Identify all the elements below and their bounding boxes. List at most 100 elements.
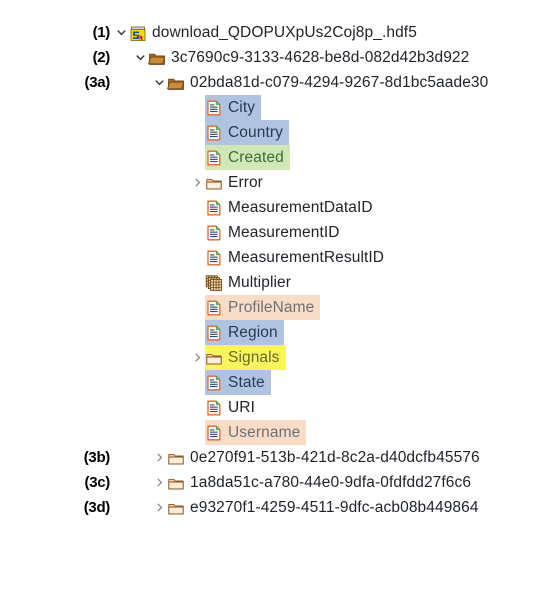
tree-row-city[interactable]: City: [0, 95, 556, 120]
tree-row-measurementid[interactable]: MeasurementID: [0, 220, 556, 245]
tree-item-label: State: [228, 373, 265, 391]
twisty-placeholder: [190, 420, 205, 445]
hdf5-file-icon: [129, 24, 147, 42]
twisty-placeholder: [190, 245, 205, 270]
twisty-placeholder: [190, 270, 205, 295]
tree-item-highlight: e93270f1-4259-4511-9dfc-acb08b449864: [167, 495, 485, 520]
chevron-right-icon[interactable]: [152, 445, 167, 470]
tree-row-3c7690c9-3133-4628-be8d-082d42b3d922[interactable]: (2) 3c7690c9-3133-4628-be8d-082d42b3d922: [0, 45, 556, 70]
tree-item-label: e93270f1-4259-4511-9dfc-acb08b449864: [190, 498, 479, 516]
twisty-placeholder: [190, 220, 205, 245]
tree-row-uri[interactable]: URI: [0, 395, 556, 420]
tree-item-highlight: Created: [205, 145, 290, 170]
tree-row-country[interactable]: Country: [0, 120, 556, 145]
folder-closed-light-icon: [167, 499, 185, 517]
chevron-down-icon[interactable]: [114, 20, 129, 45]
tree-row-state[interactable]: State: [0, 370, 556, 395]
tree-item-label: URI: [228, 398, 255, 416]
tree-item-label: MeasurementDataID: [228, 198, 373, 216]
tree-item-label: 02bda81d-c079-4294-9267-8d1bc5aade30: [190, 73, 489, 91]
tree-item-label: Created: [228, 148, 284, 166]
dataset-icon: [205, 249, 223, 267]
tree-row-1a8da51c-a780-44e0-9dfa-0fdfdd27f6c6[interactable]: (3c) 1a8da51c-a780-44e0-9dfa-0fdfdd27f6c6: [0, 470, 556, 495]
callout-3c: (3c): [84, 474, 111, 491]
tree-row-multiplier[interactable]: Multiplier: [0, 270, 556, 295]
tree-row-signals[interactable]: Signals: [0, 345, 556, 370]
tree-row-download-qdopuxpus2coj8p-hdf5[interactable]: (1) download_QDOPUXpUs2Coj8p_.hdf5: [0, 20, 556, 45]
dataset-icon: [205, 224, 223, 242]
tree-row-measurementdataid[interactable]: MeasurementDataID: [0, 195, 556, 220]
folder-closed-light-icon: [167, 449, 185, 467]
tree-row-error[interactable]: Error: [0, 170, 556, 195]
tree-item-highlight: URI: [205, 395, 261, 420]
callout-3b: (3b): [83, 449, 111, 466]
tree-item-label: City: [228, 98, 256, 116]
twisty-placeholder: [190, 395, 205, 420]
tree-item-label: 0e270f91-513b-421d-8c2a-d40dcfb45576: [190, 448, 480, 466]
tree-row-e93270f1-4259-4511-9dfc-acb08b449864[interactable]: (3d) e93270f1-4259-4511-9dfc-acb08b449864: [0, 495, 556, 520]
chevron-right-icon[interactable]: [190, 170, 205, 195]
tree-item-highlight: Region: [205, 320, 284, 345]
dataset-icon: [205, 199, 223, 217]
tree-item-label: Error: [228, 173, 263, 191]
dataset-icon: [205, 424, 223, 442]
tree-item-highlight: 02bda81d-c079-4294-9267-8d1bc5aade30: [167, 70, 494, 95]
folder-closed-light-icon: [205, 174, 223, 192]
tree-item-label: 3c7690c9-3133-4628-be8d-082d42b3d922: [171, 48, 470, 66]
tree-item-highlight: 3c7690c9-3133-4628-be8d-082d42b3d922: [148, 45, 475, 70]
tree-item-highlight: MeasurementID: [205, 220, 346, 245]
twisty-placeholder: [190, 195, 205, 220]
twisty-placeholder: [190, 145, 205, 170]
twisty-placeholder: [190, 320, 205, 345]
dataset-icon: [205, 374, 223, 392]
tree-row-profilename[interactable]: ProfileName: [0, 295, 556, 320]
tree-item-label: MeasurementID: [228, 223, 340, 241]
tree-item-label: Signals: [228, 348, 280, 366]
chevron-right-icon[interactable]: [190, 345, 205, 370]
folder-closed-light-icon: [167, 474, 185, 492]
tree-row-created[interactable]: Created: [0, 145, 556, 170]
twisty-placeholder: [190, 370, 205, 395]
chevron-right-icon[interactable]: [152, 495, 167, 520]
tree-item-highlight: ProfileName: [205, 295, 321, 320]
tree-item-highlight: City: [205, 95, 262, 120]
dataset-icon: [205, 149, 223, 167]
tree-item-label: download_QDOPUXpUs2Coj8p_.hdf5: [152, 23, 417, 41]
tree-item-highlight: download_QDOPUXpUs2Coj8p_.hdf5: [129, 20, 423, 45]
callout-2: (2): [92, 49, 111, 66]
dataset-icon: [205, 99, 223, 117]
table-grid-icon: [205, 274, 223, 292]
twisty-placeholder: [190, 295, 205, 320]
tree-item-highlight: 0e270f91-513b-421d-8c2a-d40dcfb45576: [167, 445, 486, 470]
chevron-down-icon[interactable]: [152, 70, 167, 95]
dataset-icon: [205, 399, 223, 417]
tree-row-region[interactable]: Region: [0, 320, 556, 345]
dataset-icon: [205, 299, 223, 317]
folder-open-dark-icon: [167, 74, 185, 92]
twisty-placeholder: [190, 120, 205, 145]
chevron-down-icon[interactable]: [133, 45, 148, 70]
tree-row-02bda81d-c079-4294-9267-8d1bc5aade30[interactable]: (3a) 02bda81d-c079-4294-9267-8d1bc5aade30: [0, 70, 556, 95]
chevron-right-icon[interactable]: [152, 470, 167, 495]
twisty-placeholder: [190, 95, 205, 120]
tree-row-0e270f91-513b-421d-8c2a-d40dcfb45576[interactable]: (3b) 0e270f91-513b-421d-8c2a-d40dcfb45576: [0, 445, 556, 470]
tree-item-highlight: MeasurementResultID: [205, 245, 390, 270]
tree-item-highlight: Error: [205, 170, 269, 195]
tree-row-username[interactable]: Username: [0, 420, 556, 445]
tree-row-measurementresultid[interactable]: MeasurementResultID: [0, 245, 556, 270]
hdf5-tree-view: (1) download_QDOPUXpUs2Coj8p_.hdf5 (2) 3c76…: [0, 0, 556, 611]
tree-item-highlight: Username: [205, 420, 307, 445]
tree-item-highlight: Signals: [205, 345, 286, 370]
